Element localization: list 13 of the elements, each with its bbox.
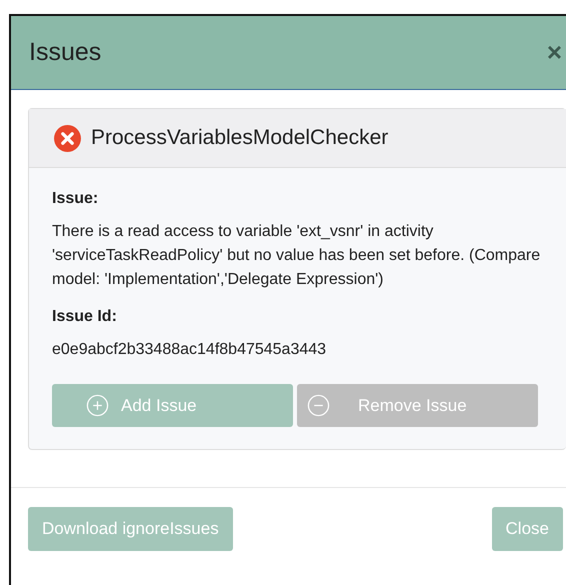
- close-button[interactable]: ×: [546, 37, 562, 68]
- add-issue-button[interactable]: Add Issue: [52, 384, 293, 427]
- close-dialog-button[interactable]: Close: [492, 507, 563, 551]
- download-button[interactable]: Download ignoreIssues: [28, 507, 233, 551]
- field-label: Issue:: [52, 190, 100, 208]
- checker-name: ProcessVariablesModelChecker: [91, 126, 388, 150]
- plus-circle-icon: [86, 394, 109, 417]
- error-icon: [53, 124, 82, 152]
- field-label: Issue Id:: [52, 308, 118, 326]
- dialog-title: Issues: [29, 38, 102, 67]
- field-value: e0e9abcf2b33488ac14f8b47545a3443: [52, 340, 328, 360]
- minus-circle-icon: [307, 394, 330, 417]
- field-value: There is a read access to variable 'ext_vsnr' in activity 'serviceTaskReadPolicy' but no value has been set before. (Compare model: 'Implementation','Delegate Expression'): [52, 222, 542, 290]
